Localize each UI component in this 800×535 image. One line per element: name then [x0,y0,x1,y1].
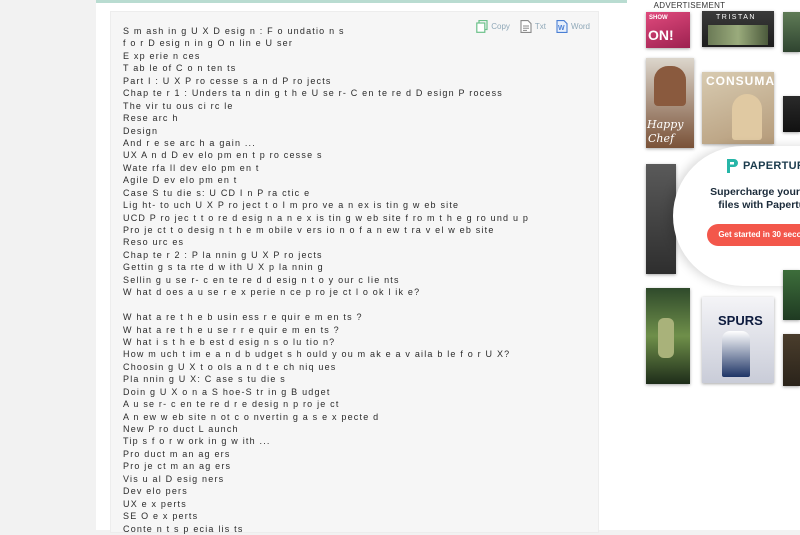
document-line: The vir tu ous ci rc le [123,100,234,111]
ad-thumb-text: SHOW [649,15,668,21]
document-line: Pla nnin g U X: C ase s tu die s [123,374,286,385]
ad-magazine-thumb[interactable] [783,270,800,320]
ad-thumb-image [658,318,674,358]
document-line: W hat i s t h e b est d esig n s o lu ti… [123,336,336,347]
ad-magazine-thumb[interactable]: CONSUMA [702,72,774,144]
ad-magazine-thumb[interactable] [783,334,800,386]
ad-magazine-thumb[interactable]: SHOW ON! [646,12,690,48]
ad-thumb-text: ON! [648,27,674,43]
document-line: Rese arc h [123,113,179,124]
ad-magazine-thumb[interactable]: TRISTAN [702,11,774,47]
ad-magazine-thumb[interactable]: SPURS [702,297,774,383]
document-line: A n ew w eb site n ot c o nvertin g a s … [123,411,380,422]
advertisement-sidebar: ADVERTISEMENT SHOW ON! TRISTAN Happy Che… [627,0,800,530]
document-line: Pro je ct m an ag ers [123,461,232,472]
ad-magazine-thumb[interactable] [646,164,676,274]
paperturn-promo-card[interactable]: PAPERTURN Supercharge your PDF files wit… [673,146,800,286]
document-line: W hat d oes a u se r e x perie n ce p ro… [123,287,421,298]
document-line: A u se r- c en te re d r e desig n p ro … [123,399,340,410]
ad-thumb-text: TRISTAN [716,14,756,21]
document-line: W hat a re t h e u se r r e quir e m en … [123,324,340,335]
advertisement-label: ADVERTISEMENT [653,1,726,10]
document-line: Dev elo pers [123,486,188,497]
promo-headline: Supercharge your PDF files with Papertur… [710,186,800,211]
paperturn-logo: PAPERTURN [725,158,800,174]
document-line: Chap te r 1 : Unders ta n din g t h e U … [123,88,503,99]
document-line: Reso urc es [123,237,185,248]
ad-magazine-thumb[interactable] [783,96,800,132]
document-line: f o r D esig n in g O n lin e U ser [123,38,294,49]
document-line: Lig ht- to uch U X P ro ject t o I m pro… [123,200,460,211]
document-line: Tip s f o r w ork in g w ith ... [123,436,271,447]
document-line: UX e x perts [123,498,187,509]
document-line: Case S tu die s: U CD I n P ra ctic e [123,187,311,198]
document-line: Chap te r 2 : P la nnin g U X P ro jects [123,249,323,260]
document-line: Conte n t s p ecia lis ts [123,523,244,534]
document-line: UCD P ro jec t t o re d esig n a n e x i… [123,212,530,223]
paperturn-brand: PAPERTURN [743,160,800,172]
ad-thumb-image [732,94,762,140]
document-line: Design [123,125,159,136]
document-line: S m ash in g U X D esig n : F o undatio … [123,26,345,36]
document-line: How m uch t im e a n d b udget s h ould … [123,349,511,360]
document-text-panel: Copy Txt W Word S m ash in g U X D esig … [110,11,599,535]
document-line: Sellin g u se r- c en te re d d esig n t… [123,274,400,285]
document-lines: S m ash in g U X D esig n : F o undatio … [123,25,578,535]
document-line: UX A n d D ev elo pm en t p ro cesse s [123,150,323,161]
document-line: Doin g U X o n a S hoe-S tr in g B udget [123,386,331,397]
document-line: W hat a re t h e b usin ess r e quir e m… [123,312,363,323]
ad-thumb-text: SPURS [718,313,763,328]
ad-thumb-text: Happy [647,118,684,131]
document-line: E xp erie n ces [123,50,201,61]
document-line: Part I : U X P ro cesse s a n d P ro jec… [123,75,332,86]
paperturn-logo-icon [725,158,739,174]
ad-magazine-thumb[interactable] [783,12,800,52]
document-line: Vis u al D esig ners [123,473,225,484]
ad-thumb-image [654,66,686,106]
ad-thumb-text: Chef [648,132,675,145]
document-line: And r e se arc h a gain ... [123,137,256,148]
document-line: New P ro duct L aunch [123,424,239,434]
ad-magazine-thumb[interactable]: Happy Chef [646,58,694,148]
document-line: SE O e x perts [123,511,199,522]
document-column: Copy Txt W Word S m ash in g U X D esig … [96,0,627,535]
document-line: Wate rfa ll dev elo pm en t [123,162,260,173]
ad-magazine-thumb[interactable] [646,288,690,384]
ad-thumb-text: CONSUMA [706,74,774,88]
document-line: Choosin g U X t o ols a n d t e ch niq u… [123,361,337,372]
ad-thumb-image [708,25,768,45]
ad-thumb-image [722,331,750,377]
document-line: Gettin g s ta rte d w ith U X p la nnin … [123,262,324,273]
document-line: Pro duct m an ag ers [123,448,231,459]
get-started-button[interactable]: Get started in 30 seconds [707,224,800,246]
document-line: T ab le of C o n ten ts [123,63,237,74]
document-line: Agile D ev elo pm en t [123,175,238,186]
document-line: Pro je ct t o desig n t h e m obile v er… [123,225,495,235]
